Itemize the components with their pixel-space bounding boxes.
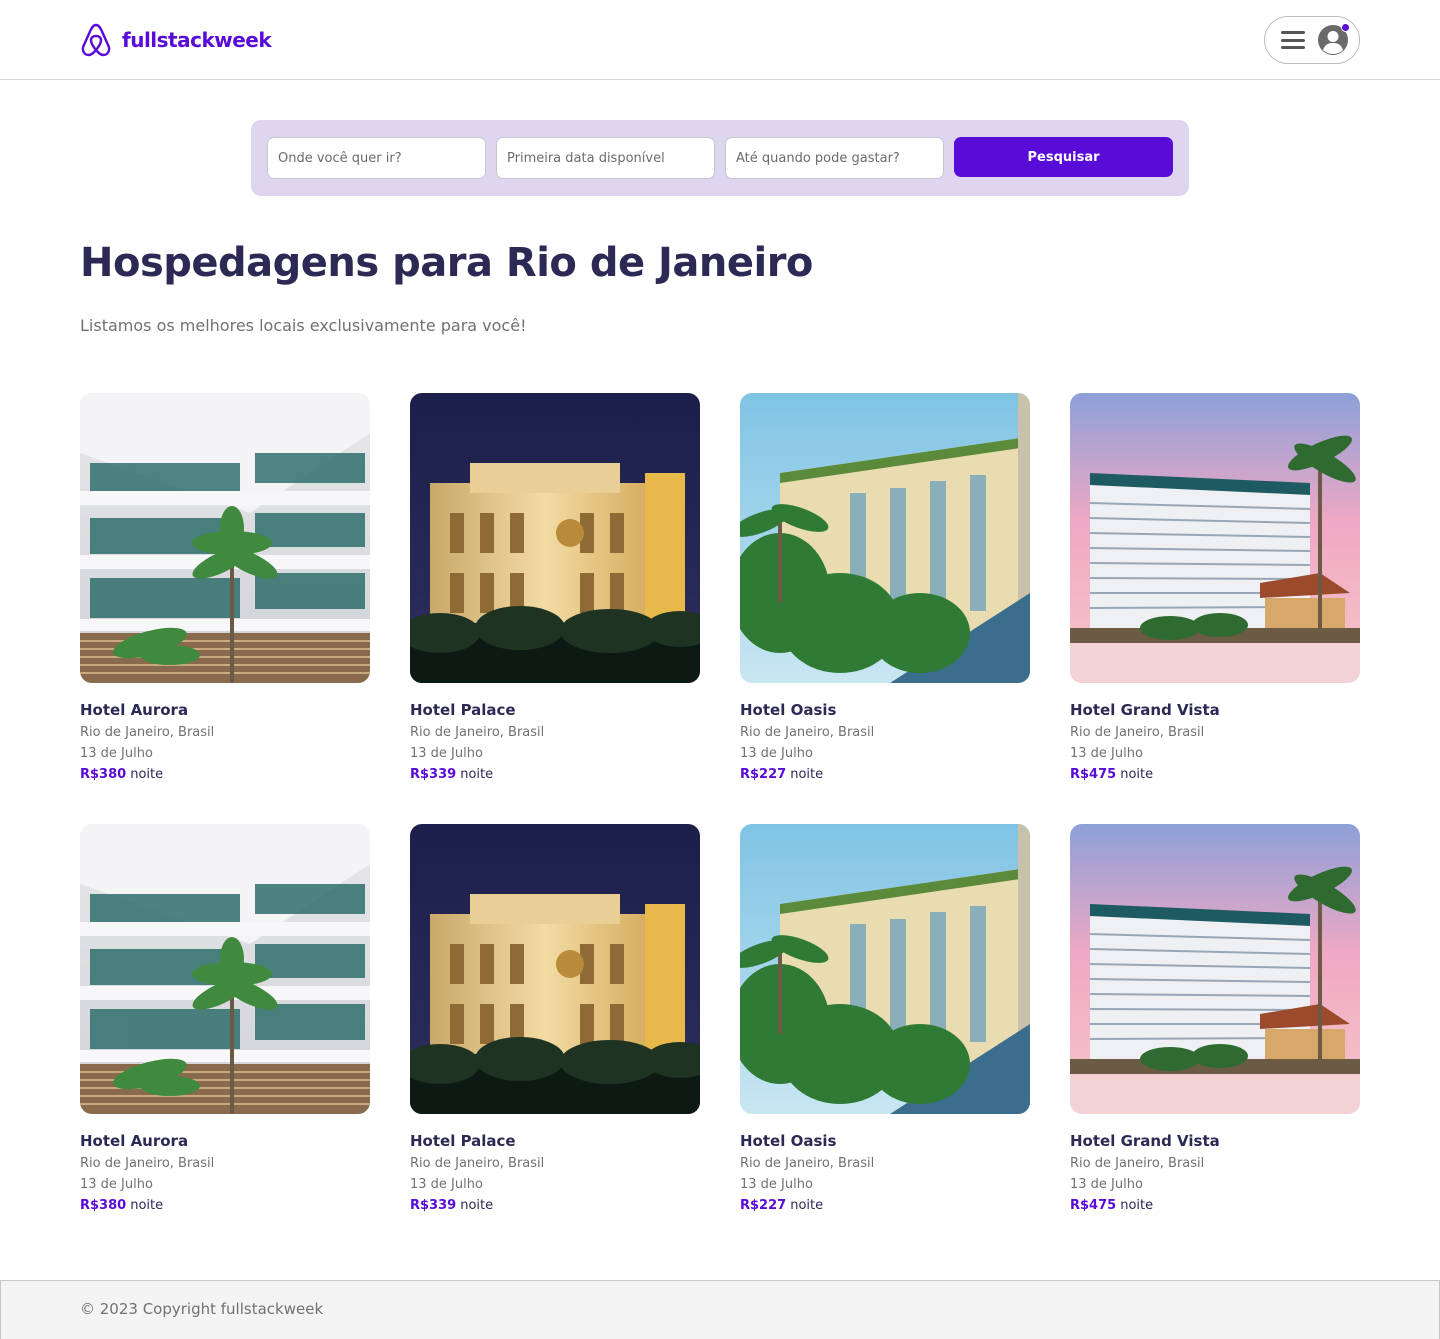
hotel-aurora-photo xyxy=(80,824,370,1114)
trip-location: Rio de Janeiro, Brasil xyxy=(410,1156,545,1171)
trip-name: Hotel Aurora xyxy=(80,701,189,719)
trip-location: Rio de Janeiro, Brasil xyxy=(1070,1156,1205,1171)
hotel-grand-vista-photo xyxy=(1070,824,1360,1114)
trip-location: Rio de Janeiro, Brasil xyxy=(80,725,215,740)
trip-price-row: R$380 noite xyxy=(80,764,370,785)
trip-price: R$339 xyxy=(410,767,457,782)
hotel-palace-photo xyxy=(410,824,700,1114)
trip-card[interactable]: Hotel Oasis Rio de Janeiro, Brasil 13 de… xyxy=(740,393,1030,783)
trip-date: 13 de Julho xyxy=(80,1177,153,1192)
hotel-grand-vista-photo xyxy=(1070,393,1360,683)
trip-card[interactable]: Hotel Oasis Rio de Janeiro, Brasil 13 de… xyxy=(740,824,1030,1214)
footer-copyright: © 2023 Copyright fullstackweek xyxy=(80,1300,324,1318)
trip-price: R$475 xyxy=(1070,767,1117,782)
trip-price: R$227 xyxy=(740,767,787,782)
trip-date: 13 de Julho xyxy=(410,1177,483,1192)
trip-card[interactable]: Hotel Aurora Rio de Janeiro, Brasil 13 d… xyxy=(80,824,370,1214)
trip-name: Hotel Oasis xyxy=(740,1132,837,1150)
trip-name: Hotel Grand Vista xyxy=(1070,1132,1220,1150)
start-date-input[interactable] xyxy=(496,137,715,179)
trip-price-row: R$475 noite xyxy=(1070,764,1360,785)
brand-logo-link[interactable]: fullstackweek xyxy=(80,22,272,58)
trip-price-unit: noite xyxy=(1120,1198,1154,1213)
trip-price-unit: noite xyxy=(790,1198,824,1213)
trip-date: 13 de Julho xyxy=(740,746,813,761)
trip-name: Hotel Palace xyxy=(410,701,516,719)
trip-date: 13 de Julho xyxy=(410,746,483,761)
trip-location: Rio de Janeiro, Brasil xyxy=(740,725,875,740)
footer: © 2023 Copyright fullstackweek xyxy=(0,1280,1440,1339)
trip-price: R$475 xyxy=(1070,1198,1117,1213)
trip-price-unit: noite xyxy=(130,1198,164,1213)
brand-name: fullstackweek xyxy=(122,28,272,52)
trip-price-row: R$339 noite xyxy=(410,764,700,785)
hotel-aurora-photo xyxy=(80,393,370,683)
trip-name: Hotel Grand Vista xyxy=(1070,701,1220,719)
budget-input[interactable] xyxy=(725,137,944,179)
trip-price: R$380 xyxy=(80,1198,127,1213)
trip-price: R$339 xyxy=(410,1198,457,1213)
trip-name: Hotel Aurora xyxy=(80,1132,189,1150)
trip-location: Rio de Janeiro, Brasil xyxy=(1070,725,1205,740)
trip-price-unit: noite xyxy=(1120,767,1154,782)
trip-card[interactable]: Hotel Aurora Rio de Janeiro, Brasil 13 d… xyxy=(80,393,370,783)
trip-location: Rio de Janeiro, Brasil xyxy=(80,1156,215,1171)
trip-card[interactable]: Hotel Palace Rio de Janeiro, Brasil 13 d… xyxy=(410,824,700,1214)
trip-location: Rio de Janeiro, Brasil xyxy=(740,1156,875,1171)
trip-price-row: R$227 noite xyxy=(740,764,1030,785)
user-menu-button[interactable] xyxy=(1264,16,1360,64)
trip-price-unit: noite xyxy=(460,767,494,782)
trip-card[interactable]: Hotel Grand Vista Rio de Janeiro, Brasil… xyxy=(1070,393,1360,783)
search-button[interactable]: Pesquisar xyxy=(954,137,1173,177)
trip-date: 13 de Julho xyxy=(1070,1177,1143,1192)
hotel-palace-photo xyxy=(410,393,700,683)
trip-price-row: R$227 noite xyxy=(740,1195,1030,1216)
page-subtitle: Listamos os melhores locais exclusivamen… xyxy=(80,316,527,335)
destination-input[interactable] xyxy=(267,137,486,179)
notification-dot xyxy=(1341,23,1350,32)
trip-price-row: R$475 noite xyxy=(1070,1195,1360,1216)
trip-price-row: R$380 noite xyxy=(80,1195,370,1216)
trip-name: Hotel Palace xyxy=(410,1132,516,1150)
trip-card[interactable]: Hotel Grand Vista Rio de Janeiro, Brasil… xyxy=(1070,824,1360,1214)
trip-card[interactable]: Hotel Palace Rio de Janeiro, Brasil 13 d… xyxy=(410,393,700,783)
page-title: Hospedagens para Rio de Janeiro xyxy=(80,240,813,286)
trip-price-unit: noite xyxy=(790,767,824,782)
user-avatar-icon xyxy=(1317,23,1350,56)
trip-date: 13 de Julho xyxy=(740,1177,813,1192)
trip-location: Rio de Janeiro, Brasil xyxy=(410,725,545,740)
trip-name: Hotel Oasis xyxy=(740,701,837,719)
search-bar: Pesquisar xyxy=(251,120,1189,196)
trip-price-unit: noite xyxy=(460,1198,494,1213)
trip-price: R$227 xyxy=(740,1198,787,1213)
hotel-oasis-photo xyxy=(740,393,1030,683)
trips-grid: Hotel Aurora Rio de Janeiro, Brasil 13 d… xyxy=(80,393,1360,1214)
hotel-oasis-photo xyxy=(740,824,1030,1114)
trip-date: 13 de Julho xyxy=(80,746,153,761)
trip-date: 13 de Julho xyxy=(1070,746,1143,761)
trip-price-unit: noite xyxy=(130,767,164,782)
airbnb-logo-icon xyxy=(81,23,111,57)
top-header: fullstackweek xyxy=(0,0,1440,80)
hamburger-icon xyxy=(1281,31,1305,49)
trip-price: R$380 xyxy=(80,767,127,782)
trip-price-row: R$339 noite xyxy=(410,1195,700,1216)
